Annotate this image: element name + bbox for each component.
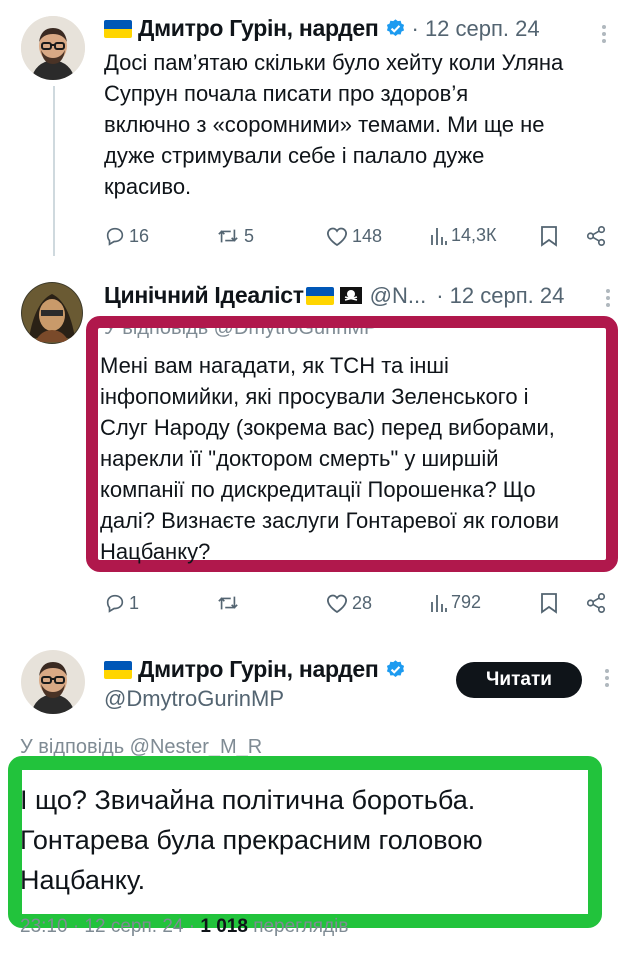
tweet-meta: 23:10 · 12 серп. 24 · 1 018 переглядів (20, 916, 348, 938)
tweet-2-header: Цинічний Ідеаліст @N... · 12 серп. 24 (104, 282, 564, 309)
avatar-dmytro-gurin[interactable] (21, 650, 85, 714)
verified-badge-icon (386, 660, 404, 677)
ukraine-flag-icon (104, 661, 132, 679)
follow-button[interactable]: Читати (456, 662, 582, 698)
like-button[interactable]: 148 (325, 225, 382, 247)
like-icon (327, 594, 347, 614)
views-icon (431, 227, 447, 245)
ukraine-flag-icon (305, 287, 334, 305)
repost-button[interactable] (215, 592, 244, 614)
avatar-cynical-idealist[interactable] (21, 282, 83, 344)
author-handle[interactable]: @N... (370, 283, 427, 308)
thread-line (53, 86, 55, 256)
tweet-1-text: Досі пам’ятаю скільки було хейту коли Ул… (104, 50, 564, 199)
views-count: 1 018 (200, 916, 248, 937)
tweet-3-header: Дмитро Гурін, нардеп (104, 656, 406, 683)
repost-icon (218, 596, 238, 610)
like-button[interactable]: 28 (325, 592, 372, 614)
ukraine-flag-icon (104, 20, 132, 38)
author-name[interactable]: Дмитро Гурін, нардеп (138, 656, 379, 682)
reply-button[interactable]: 16 (104, 225, 149, 247)
views-label: переглядів (253, 916, 349, 937)
bookmark-icon[interactable] (540, 225, 558, 247)
repost-icon (218, 229, 238, 243)
like-icon (327, 227, 347, 247)
reply-button[interactable]: 1 (104, 592, 139, 614)
more-icon[interactable] (605, 666, 611, 690)
tweet-timestamp[interactable]: 23:10 · 12 серп. 24 · (20, 916, 195, 937)
author-name[interactable]: Дмитро Гурін, нардеп (138, 15, 379, 41)
verified-badge-icon (386, 19, 404, 36)
pirate-flag-icon (339, 287, 362, 304)
views-button[interactable]: 14,3К (430, 225, 497, 246)
reply-icon (106, 227, 124, 246)
reply-icon (106, 594, 124, 613)
more-icon[interactable] (606, 286, 612, 310)
bookmark-icon[interactable] (540, 592, 558, 614)
views-button[interactable]: 792 (430, 592, 481, 613)
views-icon (431, 594, 447, 612)
share-icon[interactable] (585, 592, 607, 614)
repost-button[interactable]: 5 (215, 225, 254, 247)
tweet-date[interactable]: · 12 серп. 24 (412, 16, 540, 41)
tweet-2-text: Мені вам нагадати, як ТСН та інші інфопо… (100, 353, 560, 564)
more-icon[interactable] (602, 22, 608, 46)
tweet-date[interactable]: · 12 серп. 24 (436, 283, 564, 308)
avatar-dmytro-gurin[interactable] (21, 16, 85, 80)
share-icon[interactable] (585, 225, 607, 247)
author-name[interactable]: Цинічний Ідеаліст (104, 282, 304, 308)
author-handle[interactable]: @DmytroGurinMP (104, 686, 284, 712)
tweet-3-text: І що? Звичайна політична боротьба. Гонта… (20, 785, 483, 895)
tweet-1-header: Дмитро Гурін, нардеп · 12 серп. 24 (104, 15, 540, 42)
